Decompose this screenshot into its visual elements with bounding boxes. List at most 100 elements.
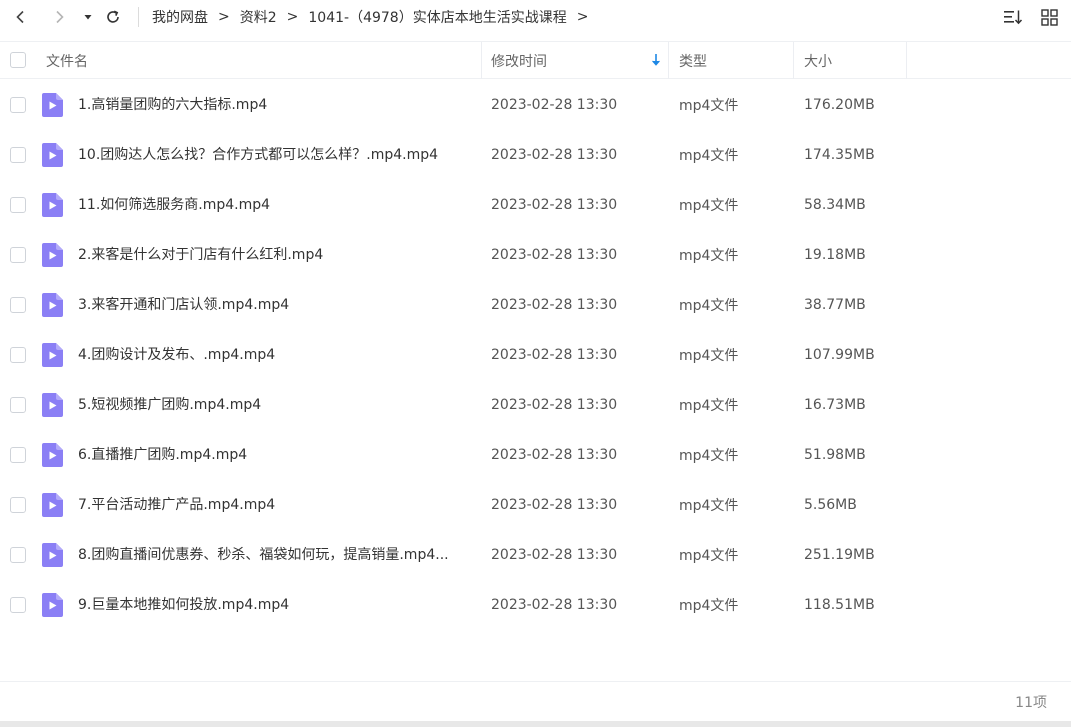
file-name[interactable]: 9.巨量本地推如何投放.mp4.mp4 bbox=[78, 580, 473, 630]
file-modified: 2023-02-28 13:30 bbox=[491, 297, 618, 313]
breadcrumb-item-root[interactable]: 我的网盘 bbox=[152, 7, 208, 27]
chevron-left-icon bbox=[16, 10, 24, 24]
table-row[interactable]: 10.团购达人怎么找？合作方式都可以怎么样？.mp4.mp4 2023-02-2… bbox=[0, 130, 1071, 180]
refresh-button[interactable] bbox=[102, 6, 124, 28]
table-row[interactable]: 3.来客开通和门店认领.mp4.mp4 2023-02-28 13:30 mp4… bbox=[0, 280, 1071, 330]
column-divider[interactable] bbox=[481, 42, 482, 79]
file-modified: 2023-02-28 13:30 bbox=[491, 447, 618, 463]
file-size: 19.18MB bbox=[804, 247, 866, 263]
file-modified: 2023-02-28 13:30 bbox=[491, 197, 618, 213]
file-name[interactable]: 1.高销量团购的六大指标.mp4 bbox=[78, 80, 473, 130]
header-modified[interactable]: 修改时间 bbox=[491, 42, 547, 79]
row-checkbox[interactable] bbox=[10, 497, 26, 513]
row-checkbox[interactable] bbox=[10, 147, 26, 163]
file-modified: 2023-02-28 13:30 bbox=[491, 597, 618, 613]
row-checkbox[interactable] bbox=[10, 447, 26, 463]
file-modified: 2023-02-28 13:30 bbox=[491, 497, 618, 513]
forward-button[interactable] bbox=[48, 6, 70, 28]
file-type: mp4文件 bbox=[679, 248, 739, 264]
status-bar: 11项 bbox=[0, 681, 1071, 721]
view-toggle-button[interactable] bbox=[1039, 8, 1059, 26]
file-modified: 2023-02-28 13:30 bbox=[491, 547, 618, 563]
file-modified: 2023-02-28 13:30 bbox=[491, 97, 618, 113]
caret-down-icon bbox=[84, 15, 92, 20]
sort-menu-button[interactable] bbox=[1003, 8, 1023, 26]
file-size: 58.34MB bbox=[804, 197, 866, 213]
header-type[interactable]: 类型 bbox=[679, 42, 707, 79]
file-modified: 2023-02-28 13:30 bbox=[491, 347, 618, 363]
select-all-checkbox[interactable] bbox=[10, 52, 26, 68]
file-size: 107.99MB bbox=[804, 347, 875, 363]
header-name[interactable]: 文件名 bbox=[46, 42, 88, 79]
file-size: 5.56MB bbox=[804, 497, 857, 513]
row-checkbox[interactable] bbox=[10, 97, 26, 113]
breadcrumb-separator: > bbox=[218, 9, 230, 25]
row-checkbox[interactable] bbox=[10, 247, 26, 263]
file-type: mp4文件 bbox=[679, 598, 739, 614]
table-row[interactable]: 6.直播推广团购.mp4.mp4 2023-02-28 13:30 mp4文件 … bbox=[0, 430, 1071, 480]
file-type: mp4文件 bbox=[679, 448, 739, 464]
file-modified: 2023-02-28 13:30 bbox=[491, 397, 618, 413]
video-file-icon bbox=[42, 593, 63, 617]
video-file-icon bbox=[42, 243, 63, 267]
file-size: 176.20MB bbox=[804, 97, 875, 113]
sort-descending-icon[interactable] bbox=[650, 53, 662, 67]
file-name[interactable]: 7.平台活动推广产品.mp4.mp4 bbox=[78, 480, 473, 530]
file-type: mp4文件 bbox=[679, 298, 739, 314]
file-name[interactable]: 4.团购设计及发布、.mp4.mp4 bbox=[78, 330, 473, 380]
row-checkbox[interactable] bbox=[10, 297, 26, 313]
file-type: mp4文件 bbox=[679, 548, 739, 564]
item-count: 11项 bbox=[1015, 695, 1047, 711]
table-row[interactable]: 4.团购设计及发布、.mp4.mp4 2023-02-28 13:30 mp4文… bbox=[0, 330, 1071, 380]
table-row[interactable]: 8.团购直播间优惠券、秒杀、福袋如何玩，提高销量.mp4... 2023-02-… bbox=[0, 530, 1071, 580]
row-checkbox[interactable] bbox=[10, 197, 26, 213]
file-modified: 2023-02-28 13:30 bbox=[491, 147, 618, 163]
video-file-icon bbox=[42, 443, 63, 467]
table-row[interactable]: 5.短视频推广团购.mp4.mp4 2023-02-28 13:30 mp4文件… bbox=[0, 380, 1071, 430]
toolbar-divider bbox=[138, 7, 139, 27]
file-name[interactable]: 11.如何筛选服务商.mp4.mp4 bbox=[78, 180, 473, 230]
row-checkbox[interactable] bbox=[10, 547, 26, 563]
video-file-icon bbox=[42, 493, 63, 517]
column-divider[interactable] bbox=[793, 42, 794, 79]
video-file-icon bbox=[42, 343, 63, 367]
file-size: 174.35MB bbox=[804, 147, 875, 163]
video-file-icon bbox=[42, 143, 63, 167]
table-row[interactable]: 7.平台活动推广产品.mp4.mp4 2023-02-28 13:30 mp4文… bbox=[0, 480, 1071, 530]
file-type: mp4文件 bbox=[679, 98, 739, 114]
file-type: mp4文件 bbox=[679, 498, 739, 514]
file-type: mp4文件 bbox=[679, 148, 739, 164]
file-size: 251.19MB bbox=[804, 547, 875, 563]
breadcrumb-item-current[interactable]: 1041-（4978）实体店本地生活实战课程 bbox=[308, 7, 566, 27]
header-size[interactable]: 大小 bbox=[804, 42, 832, 79]
file-type: mp4文件 bbox=[679, 398, 739, 414]
sort-icon bbox=[1004, 10, 1023, 25]
toolbar: 我的网盘 > 资料2 > 1041-（4978）实体店本地生活实战课程 > bbox=[0, 0, 1071, 34]
video-file-icon bbox=[42, 93, 63, 117]
breadcrumb-item-folder[interactable]: 资料2 bbox=[240, 7, 277, 27]
table-row[interactable]: 2.来客是什么对于门店有什么红利.mp4 2023-02-28 13:30 mp… bbox=[0, 230, 1071, 280]
file-modified: 2023-02-28 13:30 bbox=[491, 247, 618, 263]
file-name[interactable]: 5.短视频推广团购.mp4.mp4 bbox=[78, 380, 473, 430]
back-button[interactable] bbox=[10, 6, 32, 28]
row-checkbox[interactable] bbox=[10, 347, 26, 363]
file-size: 51.98MB bbox=[804, 447, 866, 463]
table-row[interactable]: 9.巨量本地推如何投放.mp4.mp4 2023-02-28 13:30 mp4… bbox=[0, 580, 1071, 630]
video-file-icon bbox=[42, 293, 63, 317]
file-size: 38.77MB bbox=[804, 297, 866, 313]
horizontal-scrollbar[interactable] bbox=[0, 721, 1071, 727]
table-row[interactable]: 11.如何筛选服务商.mp4.mp4 2023-02-28 13:30 mp4文… bbox=[0, 180, 1071, 230]
file-name[interactable]: 6.直播推广团购.mp4.mp4 bbox=[78, 430, 473, 480]
video-file-icon bbox=[42, 393, 63, 417]
file-name[interactable]: 3.来客开通和门店认领.mp4.mp4 bbox=[78, 280, 473, 330]
row-checkbox[interactable] bbox=[10, 397, 26, 413]
file-name[interactable]: 8.团购直播间优惠券、秒杀、福袋如何玩，提高销量.mp4... bbox=[78, 530, 473, 580]
column-divider[interactable] bbox=[668, 42, 669, 79]
history-dropdown-button[interactable] bbox=[77, 6, 99, 28]
refresh-icon bbox=[107, 10, 119, 23]
file-name[interactable]: 2.来客是什么对于门店有什么红利.mp4 bbox=[78, 230, 473, 280]
column-divider[interactable] bbox=[906, 42, 907, 79]
row-checkbox[interactable] bbox=[10, 597, 26, 613]
table-row[interactable]: 1.高销量团购的六大指标.mp4 2023-02-28 13:30 mp4文件 … bbox=[0, 80, 1071, 130]
file-name[interactable]: 10.团购达人怎么找？合作方式都可以怎么样？.mp4.mp4 bbox=[78, 130, 473, 180]
